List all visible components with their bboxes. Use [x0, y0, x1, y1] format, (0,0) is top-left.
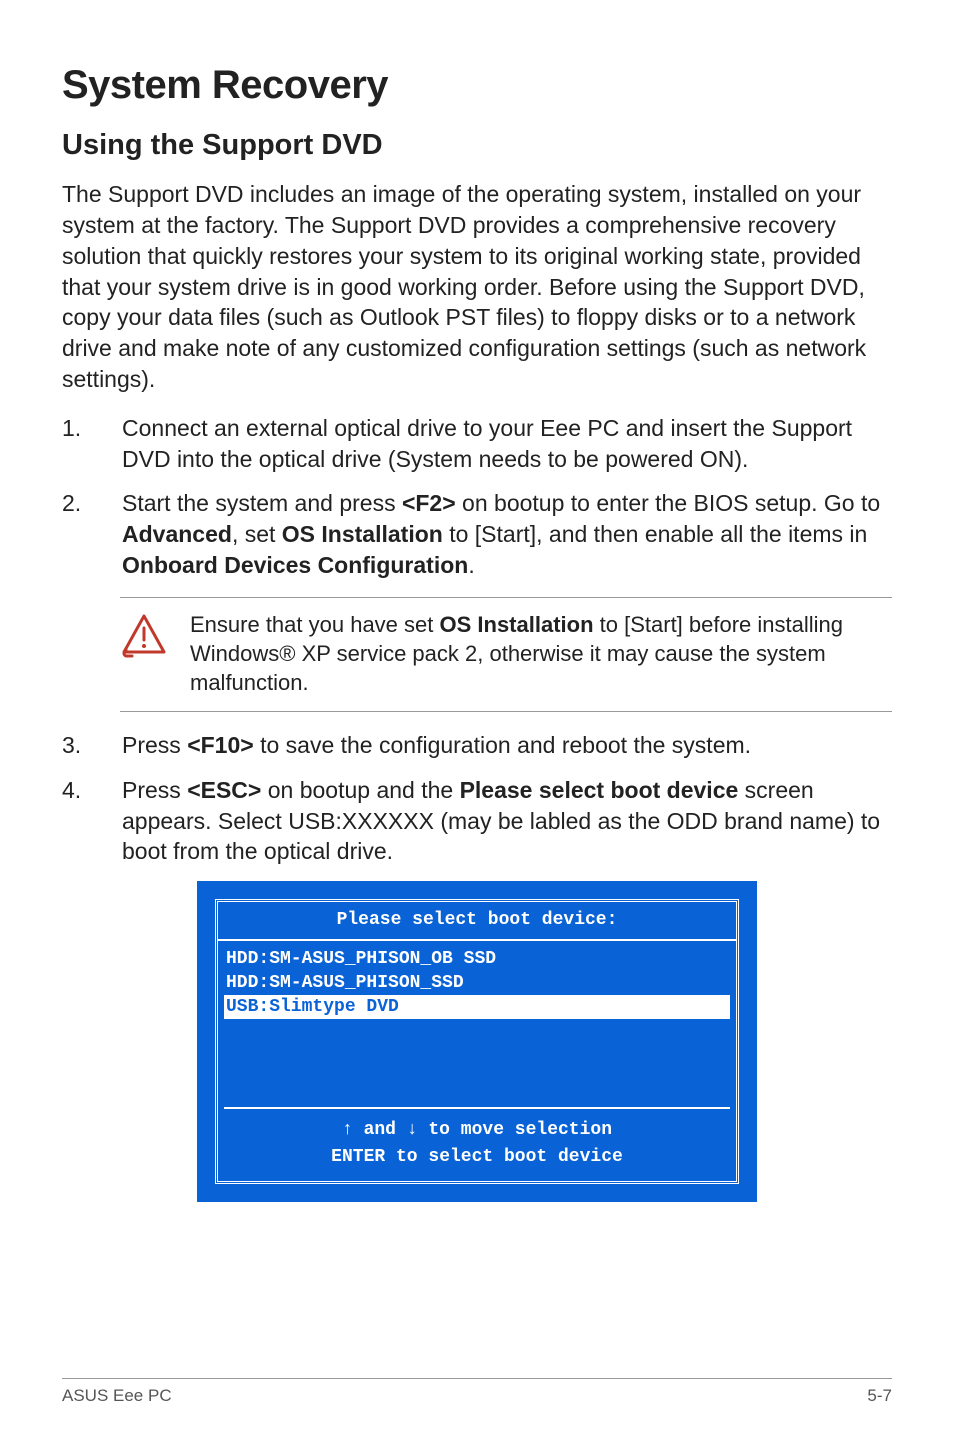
text: on bootup and the: [261, 777, 459, 803]
boot-hint-select: ENTER to select boot device: [218, 1144, 736, 1171]
text: , set: [232, 521, 282, 547]
step-1: Connect an external optical drive to you…: [62, 413, 892, 475]
text: Start the system and press: [122, 490, 402, 516]
boot-title: Please select boot device:: [218, 902, 736, 940]
boot-option-2: HDD:SM-ASUS_PHISON_SSD: [224, 971, 730, 995]
boot-option-selected: USB:Slimtype DVD: [224, 995, 730, 1019]
text: to save the configuration and reboot the…: [254, 732, 751, 758]
text: on bootup to enter the BIOS setup. Go to: [456, 490, 881, 516]
boot-option-1: HDD:SM-ASUS_PHISON_OB SSD: [224, 947, 730, 971]
text: Press: [122, 732, 187, 758]
page-title: System Recovery: [62, 58, 892, 112]
warning-box: Ensure that you have set OS Installation…: [120, 597, 892, 712]
step-2: Start the system and press <F2> on bootu…: [62, 488, 892, 580]
intro-paragraph: The Support DVD includes an image of the…: [62, 179, 892, 395]
steps-list-cont: Press <F10> to save the configuration an…: [62, 730, 892, 867]
warning-text: Ensure that you have set OS Installation…: [190, 610, 892, 697]
text: Press: [122, 777, 187, 803]
bold-os-installation: OS Installation: [282, 521, 443, 547]
text: to [Start], and then enable all the item…: [443, 521, 867, 547]
step-4: Press <ESC> on bootup and the Please sel…: [62, 775, 892, 867]
key-esc: <ESC>: [187, 777, 261, 803]
boot-hint-nav: ↑ and ↓ to move selection: [218, 1117, 736, 1144]
steps-list: Connect an external optical drive to you…: [62, 413, 892, 581]
key-f2: <F2>: [402, 490, 456, 516]
bold-os-installation: OS Installation: [440, 612, 594, 637]
text: Ensure that you have set: [190, 612, 440, 637]
boot-device-list: HDD:SM-ASUS_PHISON_OB SSD HDD:SM-ASUS_PH…: [218, 941, 736, 1110]
text: .: [468, 552, 474, 578]
page-footer: ASUS Eee PC 5-7: [62, 1378, 892, 1408]
boot-hints: ↑ and ↓ to move selection ENTER to selec…: [218, 1109, 736, 1181]
footer-page-number: 5-7: [867, 1385, 892, 1408]
boot-device-screen: Please select boot device: HDD:SM-ASUS_P…: [197, 881, 757, 1202]
bold-advanced: Advanced: [122, 521, 232, 547]
bold-onboard-devices: Onboard Devices Configuration: [122, 552, 468, 578]
bold-select-boot: Please select boot device: [460, 777, 739, 803]
step-3: Press <F10> to save the configuration an…: [62, 730, 892, 761]
section-heading: Using the Support DVD: [62, 126, 892, 165]
footer-product: ASUS Eee PC: [62, 1385, 172, 1408]
key-f10: <F10>: [187, 732, 254, 758]
warning-icon: [120, 614, 168, 658]
